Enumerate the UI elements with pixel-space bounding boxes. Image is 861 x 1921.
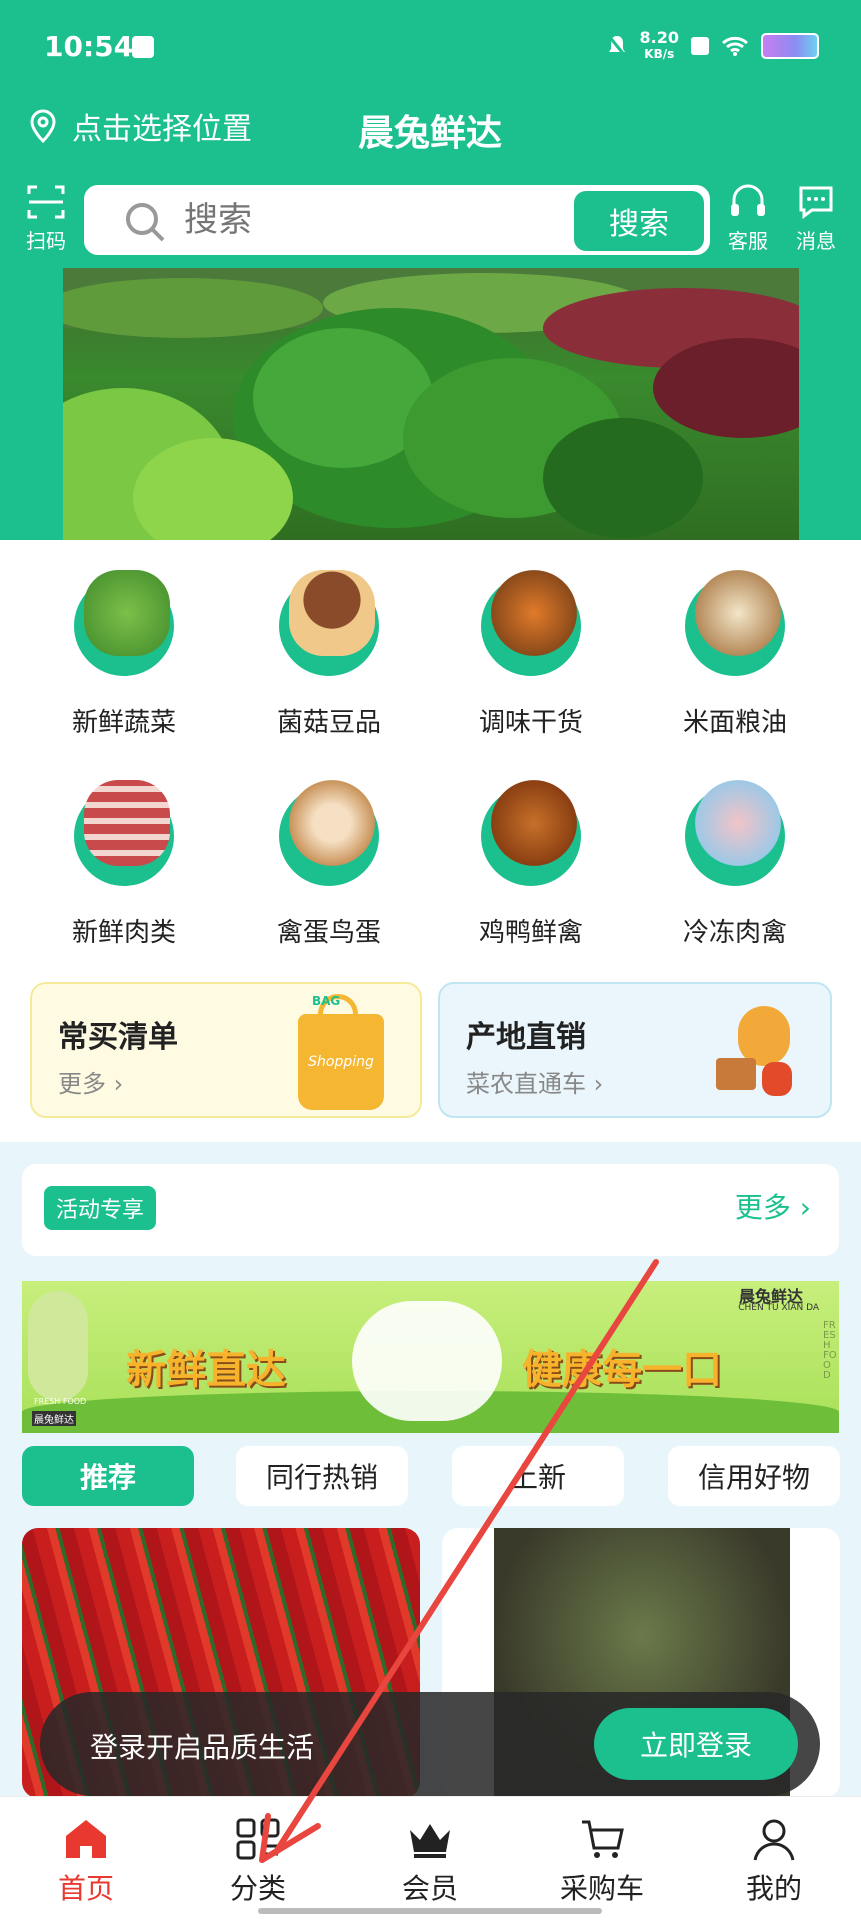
promo-fresh-food-label: FRESH FOOD [34,1397,87,1406]
nav-label: 采购车 [559,1872,644,1905]
nav-member[interactable]: 会员 [370,1811,490,1907]
promo-banner[interactable]: 新鲜直达 健康每一口 晨兔鲜达 CHEN TU XIAN DA FRESH FO… [22,1281,839,1433]
nav-home[interactable]: 首页 [26,1811,146,1907]
home-icon [66,1820,106,1858]
user-icon [753,1819,795,1861]
search-bar[interactable]: 搜索 [84,185,710,255]
category-fresh-meat[interactable]: 新鲜肉类 [29,780,219,949]
shopping-bag-icon: Shopping [298,994,384,1110]
category-poultry[interactable]: 鸡鸭鲜禽 [436,780,626,949]
mushroom-icon [279,570,379,676]
nav-label: 首页 [57,1872,114,1905]
vegetable-mascots [352,1301,502,1421]
message-button[interactable]: 消息 [786,184,846,254]
tab-recommend[interactable]: 推荐 [22,1446,194,1506]
category-label: 调味干货 [478,708,583,738]
category-label: 禽蛋鸟蛋 [276,918,381,948]
promo-right-text: 健康每一口 [522,1347,722,1393]
app-title: 晨兔鲜达 [358,113,503,154]
customer-service-button[interactable]: 客服 [718,184,778,254]
promo-brand-pinyin: CHEN TU XIAN DA [738,1303,819,1313]
category-icon [236,1818,280,1860]
location-label: 点击选择位置 [72,112,252,147]
nav-cart[interactable]: 采购车 [542,1811,662,1907]
message-icon [799,186,833,219]
network-speed: 8.20 KB/s [639,28,679,62]
login-button[interactable]: 立即登录 [594,1708,798,1780]
service-label: 客服 [728,229,768,253]
battery-icon [761,33,819,59]
headset-icon [731,184,765,216]
vegetable-icon [74,570,174,676]
search-icon [126,203,165,242]
egg-icon [279,780,379,886]
fresh-food-vertical: FRESH FOOD [823,1320,837,1381]
scan-button[interactable]: 扫码 [20,184,72,254]
category-fresh-vegetables[interactable]: 新鲜蔬菜 [29,570,219,739]
frozen-meat-icon [685,780,785,886]
location-pin-icon [30,109,56,143]
message-label: 消息 [796,229,836,253]
promo-left-text: 新鲜直达 [126,1347,286,1393]
nav-label: 会员 [401,1872,458,1905]
activity-tag: 活动专享 [44,1186,157,1230]
bag-label: BAG [312,994,341,1008]
hero-banner[interactable] [63,268,799,540]
produce-illustration [716,1002,806,1102]
frequent-list-card[interactable]: 常买清单 更多 › Shopping BAG [30,982,422,1118]
cabbage-illustration [28,1291,88,1401]
grain-icon [685,570,785,676]
nav-category[interactable]: 分类 [198,1811,318,1907]
crown-icon [410,1824,450,1858]
tab-peer-hot[interactable]: 同行热销 [236,1446,408,1506]
category-mushroom-beans[interactable]: 菌菇豆品 [234,570,424,739]
search-button[interactable]: 搜索 [574,191,704,251]
location-selector[interactable]: 点击选择位置 [28,104,252,148]
poultry-icon [481,780,581,886]
nav-label: 分类 [229,1872,286,1905]
cart-icon [582,1820,624,1858]
card-more-link[interactable]: 菜农直通车 › [466,1064,603,1099]
category-label: 鸡鸭鲜禽 [478,918,583,948]
nav-label: 我的 [745,1872,802,1905]
category-label: 米面粮油 [682,708,787,738]
tab-new[interactable]: 上新 [452,1446,624,1506]
tab-credit-goods[interactable]: 信用好物 [668,1446,840,1506]
category-label: 冷冻肉禽 [682,918,787,948]
nav-mine[interactable]: 我的 [714,1811,834,1907]
mute-bell-icon [606,34,627,58]
category-spices-dried[interactable]: 调味干货 [436,570,626,739]
meat-icon [74,780,174,886]
scan-label: 扫码 [26,229,66,253]
category-label: 新鲜肉类 [71,918,176,948]
vegetable-field-image [63,268,799,540]
category-frozen-meat[interactable]: 冷冻肉禽 [640,780,830,949]
origin-direct-card[interactable]: 产地直销 菜农直通车 › [438,982,832,1118]
status-time: 10:54 [44,30,134,63]
category-eggs[interactable]: 禽蛋鸟蛋 [234,780,424,949]
activity-more-link[interactable]: 更多 › [735,1186,811,1226]
search-input[interactable] [182,199,516,241]
card-title: 常买清单 [58,1020,178,1055]
login-prompt-text: 登录开启品质生活 [90,1731,315,1764]
login-prompt-bar: 登录开启品质生活 立即登录 [40,1692,820,1796]
promo-badge: 晨兔鲜达 [32,1411,76,1426]
scan-icon [27,185,65,219]
bottom-nav: 首页 分类 会员 采购车 我的 [0,1796,861,1921]
status-icons: 8.20 KB/s [606,30,819,62]
category-grain-oil[interactable]: 米面粮油 [640,570,830,739]
category-label: 新鲜蔬菜 [71,708,176,738]
card-title: 产地直销 [466,1020,586,1055]
card-more-link[interactable]: 更多 › [58,1064,123,1099]
spice-icon [481,570,581,676]
home-indicator [258,1908,602,1914]
category-label: 菌菇豆品 [276,708,381,738]
sim-icon [691,37,709,55]
wifi-icon [722,36,748,56]
activity-section: 活动专享 更多 › [22,1164,839,1256]
notification-icon [132,36,154,58]
